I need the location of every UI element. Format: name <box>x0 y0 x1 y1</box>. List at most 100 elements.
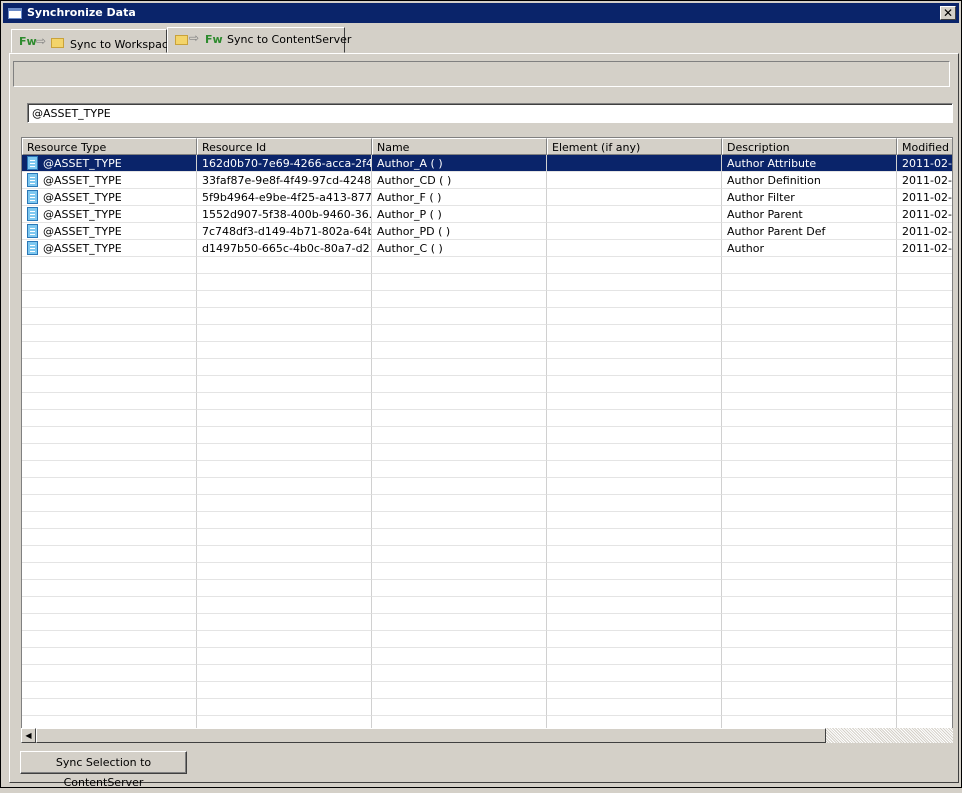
column-header-description[interactable]: Description <box>722 138 897 155</box>
table-row[interactable] <box>22 478 952 495</box>
sync-selection-button[interactable]: Sync Selection to ContentServer <box>20 751 187 789</box>
table-row[interactable] <box>22 631 952 648</box>
arrow-right-icon: ⇨ <box>36 34 47 48</box>
table-cell <box>897 393 952 410</box>
table-row[interactable]: @ASSET_TYPE 1552d907-5f38-400b-9460-36...… <box>22 206 952 223</box>
table-row[interactable] <box>22 308 952 325</box>
table-row[interactable] <box>22 274 952 291</box>
table-cell <box>22 308 197 325</box>
table-row[interactable] <box>22 597 952 614</box>
table-row[interactable] <box>22 427 952 444</box>
column-header-resource-type[interactable]: Resource Type <box>22 138 197 155</box>
dialog-window: Synchronize Data ✕ Fw ⇨ Sync to Workspac… <box>0 0 962 789</box>
table-row[interactable]: @ASSET_TYPE 7c748df3-d149-4b71-802a-64b..… <box>22 223 952 240</box>
table-cell <box>22 614 197 631</box>
table-row[interactable] <box>22 546 952 563</box>
table-cell <box>897 257 952 274</box>
resource-table[interactable]: Resource Type Resource Id Name Element (… <box>21 137 953 743</box>
table-cell <box>722 546 897 563</box>
tab-label: Sync to ContentServer <box>227 33 352 46</box>
table-cell <box>722 427 897 444</box>
table-cell <box>547 410 722 427</box>
table-row[interactable]: @ASSET_TYPE 33faf87e-9e8f-4f49-97cd-4248.… <box>22 172 952 189</box>
column-header-modified-date[interactable]: Modified D <box>897 138 952 155</box>
table-cell: @ASSET_TYPE <box>22 223 197 240</box>
column-header-element[interactable]: Element (if any) <box>547 138 722 155</box>
table-cell <box>547 614 722 631</box>
table-row[interactable]: @ASSET_TYPE 5f9b4964-e9be-4f25-a413-877..… <box>22 189 952 206</box>
table-cell <box>372 393 547 410</box>
table-cell <box>547 155 722 172</box>
table-cell <box>722 495 897 512</box>
table-header: Resource Type Resource Id Name Element (… <box>22 138 952 155</box>
tab-sync-to-contentserver[interactable]: ⇨ Fw Sync to ContentServer <box>167 27 351 53</box>
table-cell <box>22 580 197 597</box>
table-row[interactable] <box>22 648 952 665</box>
table-cell <box>197 291 372 308</box>
document-icon <box>27 207 38 221</box>
table-cell <box>197 512 372 529</box>
table-row[interactable] <box>22 665 952 682</box>
table-row[interactable] <box>22 291 952 308</box>
scroll-left-icon[interactable]: ◀ <box>21 728 36 743</box>
table-row[interactable]: @ASSET_TYPE 162d0b70-7e69-4266-acca-2f4..… <box>22 155 952 172</box>
filter-field[interactable]: @ASSET_TYPE <box>27 103 953 123</box>
table-cell <box>722 478 897 495</box>
table-row[interactable] <box>22 376 952 393</box>
table-cell <box>197 359 372 376</box>
table-cell <box>722 529 897 546</box>
table-cell <box>372 274 547 291</box>
table-cell <box>547 359 722 376</box>
table-row[interactable] <box>22 529 952 546</box>
table-cell <box>722 325 897 342</box>
table-cell <box>547 393 722 410</box>
table-row[interactable] <box>22 342 952 359</box>
scrollbar-thumb[interactable] <box>36 728 826 743</box>
table-cell <box>547 427 722 444</box>
table-cell <box>372 614 547 631</box>
table-cell <box>372 427 547 444</box>
table-cell <box>722 699 897 716</box>
table-row[interactable] <box>22 461 952 478</box>
table-row[interactable] <box>22 495 952 512</box>
table-row[interactable] <box>22 580 952 597</box>
table-row[interactable] <box>22 393 952 410</box>
table-row[interactable] <box>22 410 952 427</box>
table-cell <box>547 325 722 342</box>
horizontal-scrollbar[interactable]: ◀ <box>21 728 953 743</box>
table-row[interactable]: @ASSET_TYPE d1497b50-665c-4b0c-80a7-d2...… <box>22 240 952 257</box>
table-cell <box>547 529 722 546</box>
table-cell <box>22 291 197 308</box>
table-row[interactable] <box>22 563 952 580</box>
table-cell: @ASSET_TYPE <box>22 189 197 206</box>
table-cell: 2011-02-1 <box>897 172 952 189</box>
table-row[interactable] <box>22 444 952 461</box>
table-row[interactable] <box>22 614 952 631</box>
table-cell <box>722 444 897 461</box>
table-cell <box>22 359 197 376</box>
table-cell <box>372 478 547 495</box>
table-row[interactable] <box>22 699 952 716</box>
close-button[interactable]: ✕ <box>940 6 956 20</box>
tab-sync-to-workspace[interactable]: Fw ⇨ Sync to Workspace <box>11 29 175 53</box>
table-cell <box>897 410 952 427</box>
table-cell: 5f9b4964-e9be-4f25-a413-877... <box>197 189 372 206</box>
table-row[interactable] <box>22 257 952 274</box>
arrow-right-icon: ⇨ <box>189 31 200 45</box>
table-row[interactable] <box>22 325 952 342</box>
column-header-resource-id[interactable]: Resource Id <box>197 138 372 155</box>
folder-icon <box>51 38 64 48</box>
table-cell <box>197 478 372 495</box>
title-bar[interactable]: Synchronize Data ✕ <box>3 3 959 23</box>
table-cell <box>197 699 372 716</box>
table-cell <box>372 359 547 376</box>
table-row[interactable] <box>22 359 952 376</box>
table-cell: Author Parent Def <box>722 223 897 240</box>
table-row[interactable] <box>22 682 952 699</box>
column-header-name[interactable]: Name <box>372 138 547 155</box>
table-cell <box>897 614 952 631</box>
table-cell <box>897 648 952 665</box>
table-row[interactable] <box>22 512 952 529</box>
table-cell <box>197 427 372 444</box>
table-cell <box>547 631 722 648</box>
